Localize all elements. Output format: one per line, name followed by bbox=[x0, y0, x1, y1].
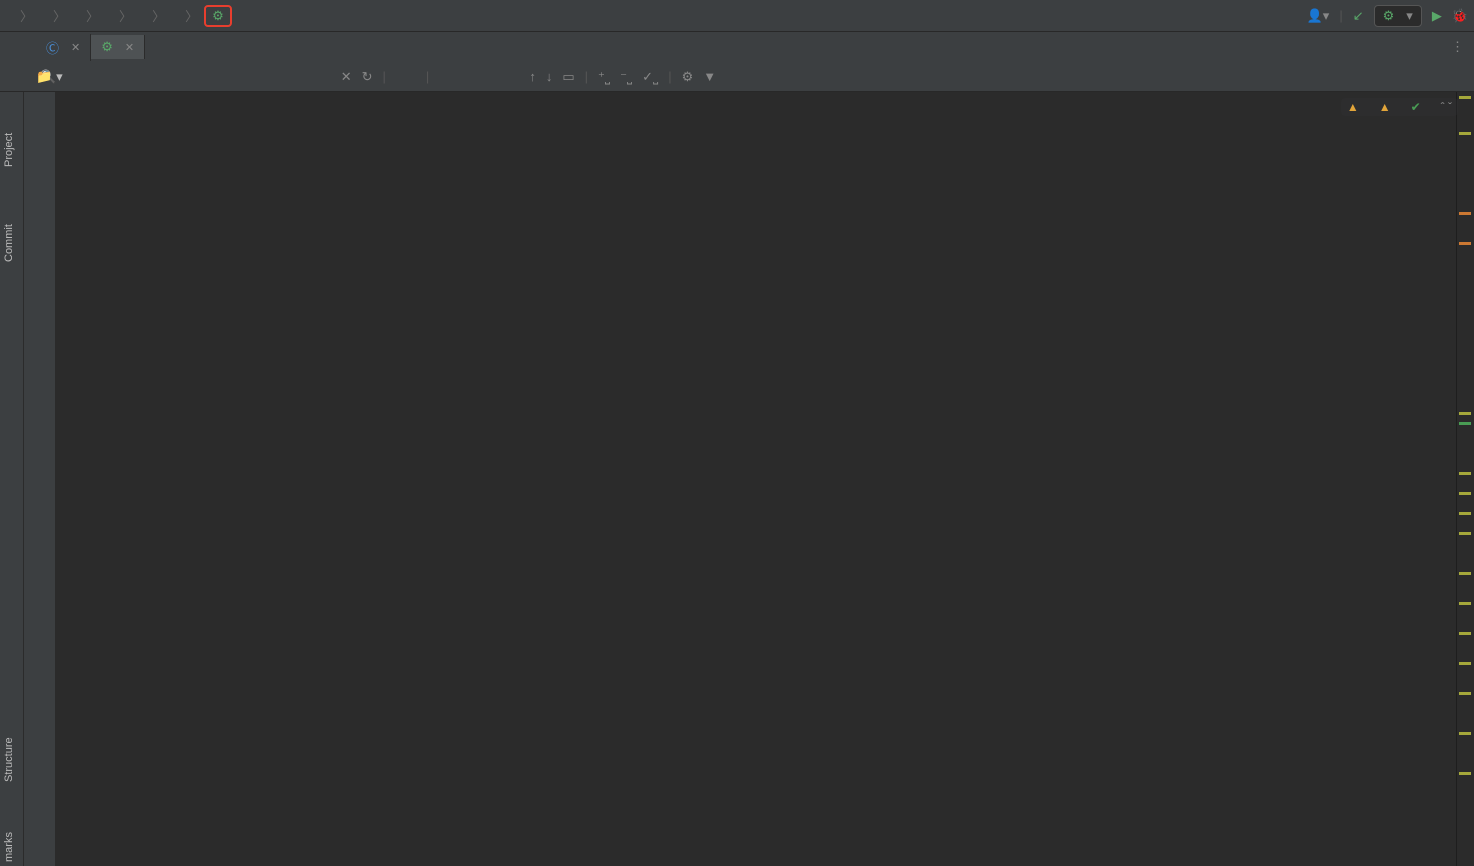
crumb[interactable] bbox=[105, 14, 113, 18]
editor-tabs: Ⓒ ✕ ⚙ ✕ ⋮ bbox=[0, 32, 1474, 62]
select-all-occurrences-icon[interactable]: ✓⎵ bbox=[642, 69, 658, 85]
select-all-icon[interactable]: ▭ bbox=[562, 69, 574, 85]
tool-window-stripe-left[interactable]: Project Commit Structure marks bbox=[0, 92, 24, 866]
warning-icon: ▲ bbox=[1347, 100, 1359, 114]
debug-icon[interactable]: 🐞 bbox=[1452, 8, 1468, 24]
editor[interactable] bbox=[56, 92, 1456, 866]
inspection-widget[interactable]: ▲ ▲ ✔ ˆ ˇ bbox=[1341, 98, 1458, 116]
project-collapsed-strip[interactable] bbox=[24, 92, 56, 866]
toolbar: 〉 〉 〉 〉 〉 〉 ⚙ 👤▾ | ↙ ⚙▾ ▶ 🐞 bbox=[0, 0, 1474, 32]
tabs-menu-icon[interactable]: ⋮ bbox=[1451, 39, 1474, 55]
tab[interactable]: Ⓒ ✕ bbox=[36, 34, 91, 61]
prev-match-icon[interactable]: ↑ bbox=[529, 69, 536, 84]
filter-icon[interactable]: ▼ bbox=[703, 69, 716, 84]
weak-warning-icon: ▲ bbox=[1379, 100, 1391, 114]
toolbar-right: 👤▾ | ↙ ⚙▾ ▶ 🐞 bbox=[1307, 5, 1468, 27]
find-input-wrap: 🔍▾ bbox=[40, 69, 329, 85]
user-icon[interactable]: 👤▾ bbox=[1307, 8, 1330, 24]
history-icon[interactable]: ↻ bbox=[362, 69, 373, 85]
crumb[interactable] bbox=[39, 14, 47, 18]
run-config-selector[interactable]: ⚙▾ bbox=[1374, 5, 1422, 27]
crumb[interactable] bbox=[6, 14, 14, 18]
add-selection-icon[interactable]: ⁺⎵ bbox=[598, 69, 610, 85]
crumb[interactable] bbox=[138, 14, 146, 18]
breadcrumb: 〉 〉 〉 〉 〉 〉 ⚙ bbox=[6, 5, 232, 27]
close-icon[interactable]: ✕ bbox=[125, 41, 134, 54]
run-icon[interactable]: ▶ bbox=[1432, 8, 1442, 24]
find-bar: 📁 🔍▾ ✕ ↻ | | ↑ ↓ ▭ | ⁺⎵ ⁻⎵ ✓⎵ | ⚙ ▼ bbox=[0, 62, 1474, 92]
search-input[interactable] bbox=[69, 69, 329, 84]
next-match-icon[interactable]: ↓ bbox=[546, 69, 553, 84]
close-icon[interactable]: ✕ bbox=[71, 41, 80, 54]
clear-icon[interactable]: ✕ bbox=[341, 69, 352, 85]
tab-active[interactable]: ⚙ ✕ bbox=[91, 35, 145, 59]
crumb[interactable] bbox=[72, 14, 80, 18]
remove-selection-icon[interactable]: ⁻⎵ bbox=[620, 69, 632, 85]
typo-icon: ✔ bbox=[1411, 100, 1421, 114]
crumb-current[interactable]: ⚙ bbox=[204, 5, 232, 27]
error-stripe[interactable] bbox=[1456, 92, 1474, 866]
vcs-update-icon[interactable]: ↙ bbox=[1353, 8, 1364, 24]
crumb[interactable] bbox=[171, 14, 179, 18]
folder-icon: 📁 bbox=[36, 69, 52, 85]
settings-icon[interactable]: ⚙ bbox=[682, 69, 694, 85]
